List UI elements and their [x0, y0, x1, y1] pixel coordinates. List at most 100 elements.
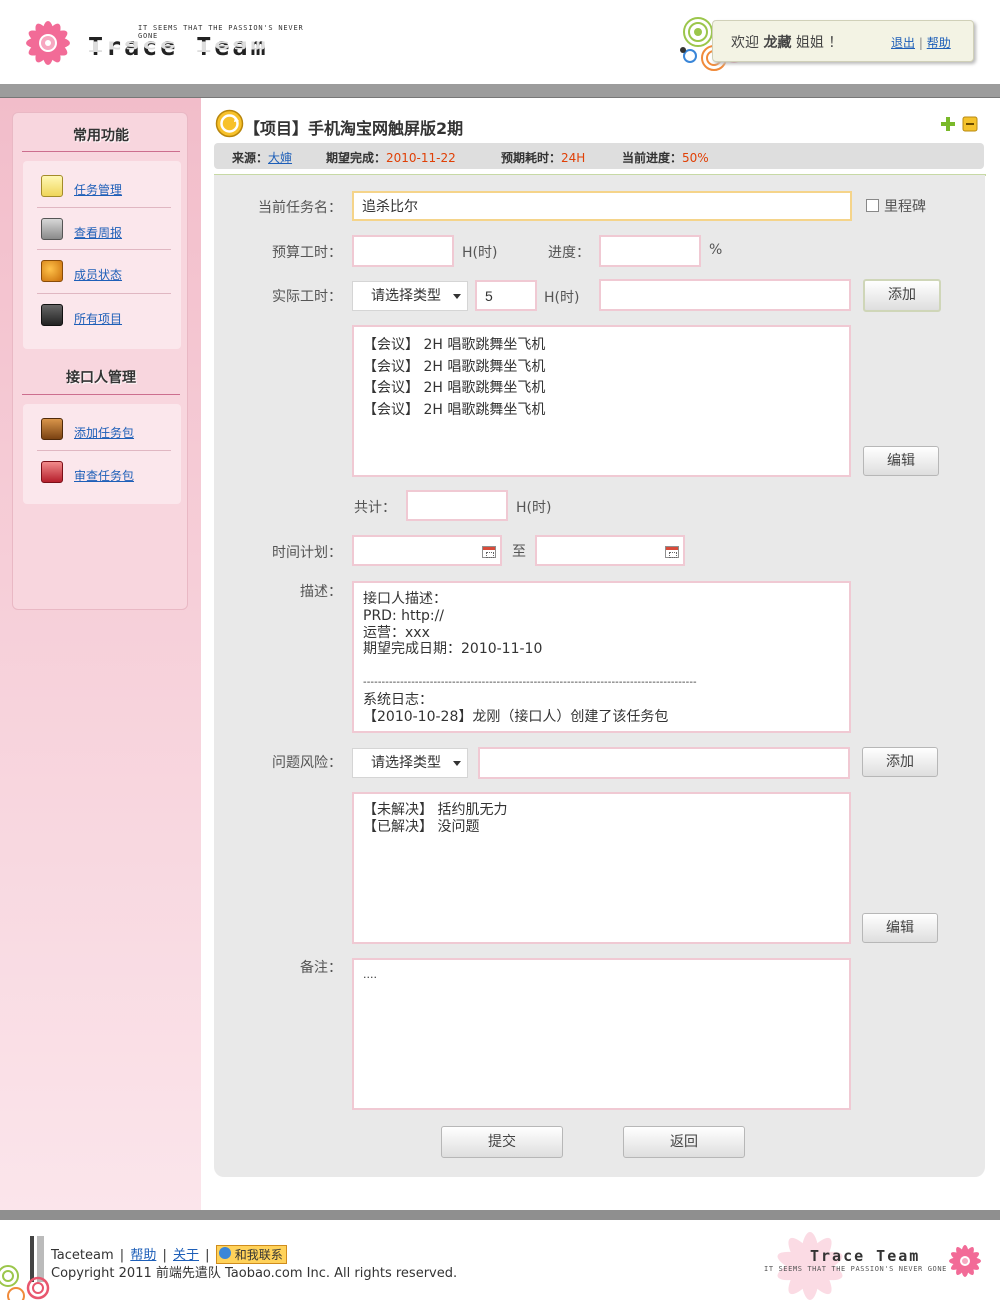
divider [37, 293, 171, 294]
list-item: 【会议】 2H 唱歌跳舞坐飞机 [363, 337, 546, 353]
sidebar-item-weekly-report[interactable]: 查看周报 [37, 218, 171, 260]
milestone-checkbox[interactable] [866, 199, 879, 212]
link-separator: | [162, 1248, 167, 1263]
circles-decoration-icon [0, 1265, 50, 1300]
source-info: 来源：大婶 [232, 149, 292, 166]
top-divider-bar [0, 84, 1000, 98]
footer-links: Taceteam | 帮助 | 关于 | 和我联系 [51, 1244, 287, 1264]
help-link[interactable]: 帮助 [927, 36, 951, 50]
source-label: 来源： [232, 151, 269, 165]
risk-label: 问题风险： [272, 755, 342, 771]
task-name-input[interactable] [352, 191, 852, 221]
sidebar-section-title: 接口人管理 [66, 370, 136, 386]
welcome-box: 欢迎 龙藏 姐姐 ！ 退出 | 帮助 [712, 20, 974, 62]
total-hours-input[interactable] [406, 490, 508, 521]
source-link[interactable]: 大婶 [268, 151, 292, 165]
budget-label: 预算工时： [272, 245, 342, 261]
back-button[interactable]: 返回 [623, 1126, 745, 1158]
submit-button[interactable]: 提交 [441, 1126, 563, 1158]
total-unit: H(时) [516, 500, 552, 516]
sidebar-item-label: 审查任务包 [74, 469, 135, 483]
sidebar-item-label: 查看周报 [74, 226, 123, 240]
plus-icon[interactable] [940, 116, 956, 132]
chevron-down-icon [453, 294, 461, 299]
description-line: 接口人描述： [363, 591, 447, 607]
total-label: 共计： [354, 500, 396, 516]
flower-logo-icon [26, 21, 70, 65]
remark-text: .... [363, 968, 377, 981]
description-divider: ----------------------------------------… [363, 676, 697, 688]
actual-note-input[interactable] [599, 279, 851, 311]
list-item: 【会议】 2H 唱歌跳舞坐飞机 [363, 401, 546, 418]
sidebar-item-all-projects[interactable]: 所有项目 [37, 304, 171, 346]
remark-textarea[interactable]: .... [352, 958, 851, 1110]
divider [22, 151, 180, 152]
actual-unit: H(时) [544, 290, 580, 306]
list-item: 【已解决】 没问题 [363, 819, 480, 835]
actual-hours-input[interactable] [475, 280, 537, 311]
budget-unit: H(时) [462, 245, 498, 261]
package-add-icon [41, 418, 63, 440]
estimated-info: 预期耗时：24H [501, 149, 585, 166]
edit-risk-button[interactable]: 编辑 [862, 913, 938, 943]
progress-value: 50% [682, 151, 709, 165]
progress-unit: % [709, 242, 723, 258]
progress-info: 当前进度：50% [622, 149, 709, 166]
calendar-icon[interactable] [482, 546, 496, 558]
progress-input[interactable] [599, 235, 701, 267]
actual-type-selected: 请选择类型 [371, 288, 441, 304]
description-textarea[interactable]: 接口人描述： PRD: http:// 运营：xxx 期望完成日期：2010-1… [352, 581, 851, 733]
list-item: 【未解决】 括约肌无力 [363, 802, 508, 818]
edit-hours-button[interactable]: 编辑 [863, 446, 939, 476]
risk-type-select[interactable]: 请选择类型 [352, 748, 468, 778]
copyright: Copyright 2011 前端先遣队 Taobao.com Inc. All… [51, 1266, 458, 1281]
sidebar-item-task-manage[interactable]: 任务管理 [37, 175, 171, 217]
minus-icon[interactable] [962, 116, 978, 132]
divider [37, 249, 171, 250]
schedule-to-label: 至 [512, 544, 526, 560]
sidebar-item-label: 添加任务包 [74, 426, 135, 440]
actual-hours-label: 实际工时： [272, 289, 342, 305]
newspaper-icon [41, 218, 63, 240]
footer-brand: Taceteam [51, 1248, 114, 1263]
task-name-label: 当前任务名： [258, 200, 342, 216]
phone-icon [41, 304, 63, 326]
estimated-value: 24H [561, 151, 586, 165]
actual-type-select[interactable]: 请选择类型 [352, 281, 468, 311]
description-line: PRD: http:// [363, 607, 445, 624]
divider [22, 394, 180, 395]
sidebar-item-review-package[interactable]: 审查任务包 [37, 461, 171, 503]
description-line: 期望完成日期：2010-11-10 [363, 641, 543, 658]
add-hours-button[interactable]: 添加 [863, 279, 941, 312]
risk-note-input[interactable] [478, 747, 850, 779]
actual-hours-list[interactable]: 【会议】 2H 唱歌跳舞坐飞机 【会议】 2H 唱歌跳舞坐飞机 【会议】 2H … [352, 325, 851, 477]
link-separator: | [119, 1248, 125, 1263]
footer-about-link[interactable]: 关于 [173, 1248, 199, 1263]
sidebar-panel: 常用功能 任务管理 查看周报 成员状态 所有项目 接口人管理 添加任务包 审查任… [12, 112, 188, 610]
sidebar-section-title: 常用功能 [73, 128, 129, 144]
site-logo[interactable]: IT SEEMS THAT THE PASSION'S NEVER GONE T… [14, 10, 314, 76]
logout-link[interactable]: 退出 [891, 36, 915, 50]
sidebar-item-add-package[interactable]: 添加任务包 [37, 418, 171, 460]
risk-list[interactable]: 【未解决】 括约肌无力 【已解决】 没问题 [352, 792, 851, 944]
risk-type-selected: 请选择类型 [371, 755, 441, 771]
description-label: 描述： [300, 584, 342, 600]
budget-hours-input[interactable] [352, 235, 454, 267]
sidebar-item-label: 所有项目 [74, 312, 123, 326]
flower-logo-icon [949, 1245, 981, 1277]
list-item: 【会议】 2H 唱歌跳舞坐飞机 [363, 380, 546, 396]
add-risk-button[interactable]: 添加 [862, 747, 938, 777]
schedule-end-input[interactable] [535, 535, 685, 566]
schedule-start-input[interactable] [352, 535, 502, 566]
divider [37, 450, 171, 451]
description-line: 系统日志： [363, 691, 433, 708]
link-separator: | [205, 1248, 210, 1263]
calendar-icon[interactable] [665, 546, 679, 558]
sidebar-item-member-status[interactable]: 成员状态 [37, 260, 171, 302]
expected-value: 2010-11-22 [386, 151, 456, 165]
welcome-suffix: 姐姐 ！ [795, 35, 843, 51]
header: IT SEEMS THAT THE PASSION'S NEVER GONE T… [0, 0, 1000, 84]
estimated-label: 预期耗时： [501, 151, 562, 165]
welcome-message: 欢迎 龙藏 姐姐 ！ [731, 32, 842, 52]
footer-help-link[interactable]: 帮助 [130, 1248, 156, 1263]
